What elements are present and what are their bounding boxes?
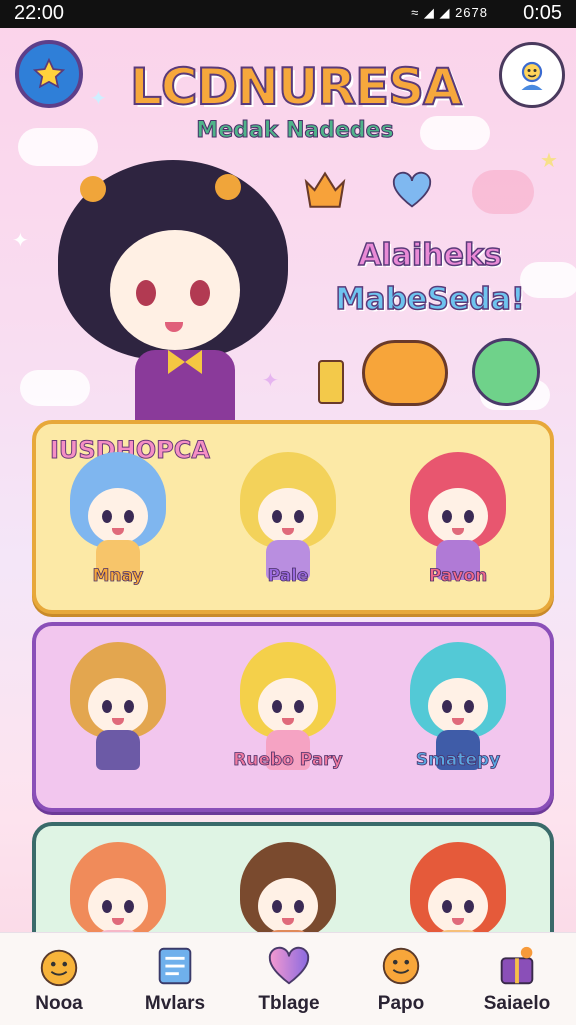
heart-icon (268, 946, 310, 985)
cloud-decoration (420, 116, 490, 150)
character-card[interactable] (58, 638, 178, 788)
game-subtitle: Medak Nadedes (196, 118, 394, 144)
status-time: 22:00 (14, 2, 65, 24)
status-bar: 22:00 ≈ ◢ ◢ 2678 0:05 (0, 0, 576, 28)
character-face (258, 488, 318, 544)
game-title: LCDNURESA (129, 57, 463, 117)
character-face (258, 878, 318, 932)
gift-box-icon (500, 946, 534, 985)
cloud-decoration (472, 170, 534, 214)
nav-label: Papo (377, 993, 425, 1014)
character-card[interactable]: Pale (228, 448, 348, 598)
status-indicators: ≈ ◢ ◢ 2678 (411, 5, 488, 20)
character-face (88, 488, 148, 544)
character-card[interactable]: Smatepy (398, 638, 518, 788)
nav-label: Nooa (35, 993, 83, 1014)
character-card[interactable]: Mnay (58, 448, 178, 598)
crown-icon (304, 171, 346, 208)
character-face (428, 678, 488, 734)
character-face (88, 678, 148, 734)
book-icon (158, 947, 192, 985)
character-card[interactable] (398, 838, 518, 932)
character-face (88, 878, 148, 932)
sparkle-icon: ✦ (12, 228, 29, 252)
smile-blob-icon (362, 340, 448, 406)
favorites-button[interactable] (15, 40, 83, 108)
promo-line-1: Alaiheks (357, 237, 502, 274)
nav-item-nooa[interactable]: Nooa (4, 933, 114, 1025)
nav-item-papo[interactable]: Papo (346, 933, 456, 1025)
avatar-icon (521, 61, 543, 90)
character-face (428, 878, 488, 932)
heart-icon (392, 171, 432, 208)
nav-label: Tblage (258, 993, 320, 1014)
profile-button[interactable] (499, 42, 565, 108)
character-card[interactable]: Pavon (398, 448, 518, 598)
character-name: Smatepy (415, 750, 501, 771)
nav-item-mvlars[interactable]: Mvlars (120, 933, 230, 1025)
character-name: Pale (267, 566, 309, 587)
sparkle-icon: ★ (540, 148, 558, 172)
smile-icon (382, 947, 420, 985)
character-name: Mnay (92, 566, 144, 587)
character-body (96, 730, 140, 770)
nav-label: Mvlars (144, 993, 206, 1014)
nav-item-saiaelo[interactable]: Saiaelo (462, 933, 572, 1025)
character-card[interactable] (228, 838, 348, 932)
hero-character (40, 150, 300, 420)
character-face (428, 488, 488, 544)
promo-line-2: MabeSeda! (335, 281, 526, 318)
nav-label: Saiaelo (483, 993, 551, 1014)
green-face-icon[interactable] (472, 338, 540, 406)
character-name: Ruebo Pary (233, 750, 343, 771)
character-name: Pavon (428, 566, 488, 587)
character-card[interactable]: Ruebo Pary (228, 638, 348, 788)
status-clock: 0:05 (523, 2, 562, 24)
star-icon (32, 57, 66, 89)
happy-face-icon (40, 949, 78, 987)
bottom-navigation: Nooa Mvlars Tblage Papo Saiaelo (0, 932, 576, 1025)
candle-icon (318, 360, 344, 404)
character-face (258, 678, 318, 734)
character-card[interactable] (58, 838, 178, 932)
nav-item-tblage[interactable]: Tblage (234, 933, 344, 1025)
sparkle-icon: ✦ (90, 86, 107, 110)
